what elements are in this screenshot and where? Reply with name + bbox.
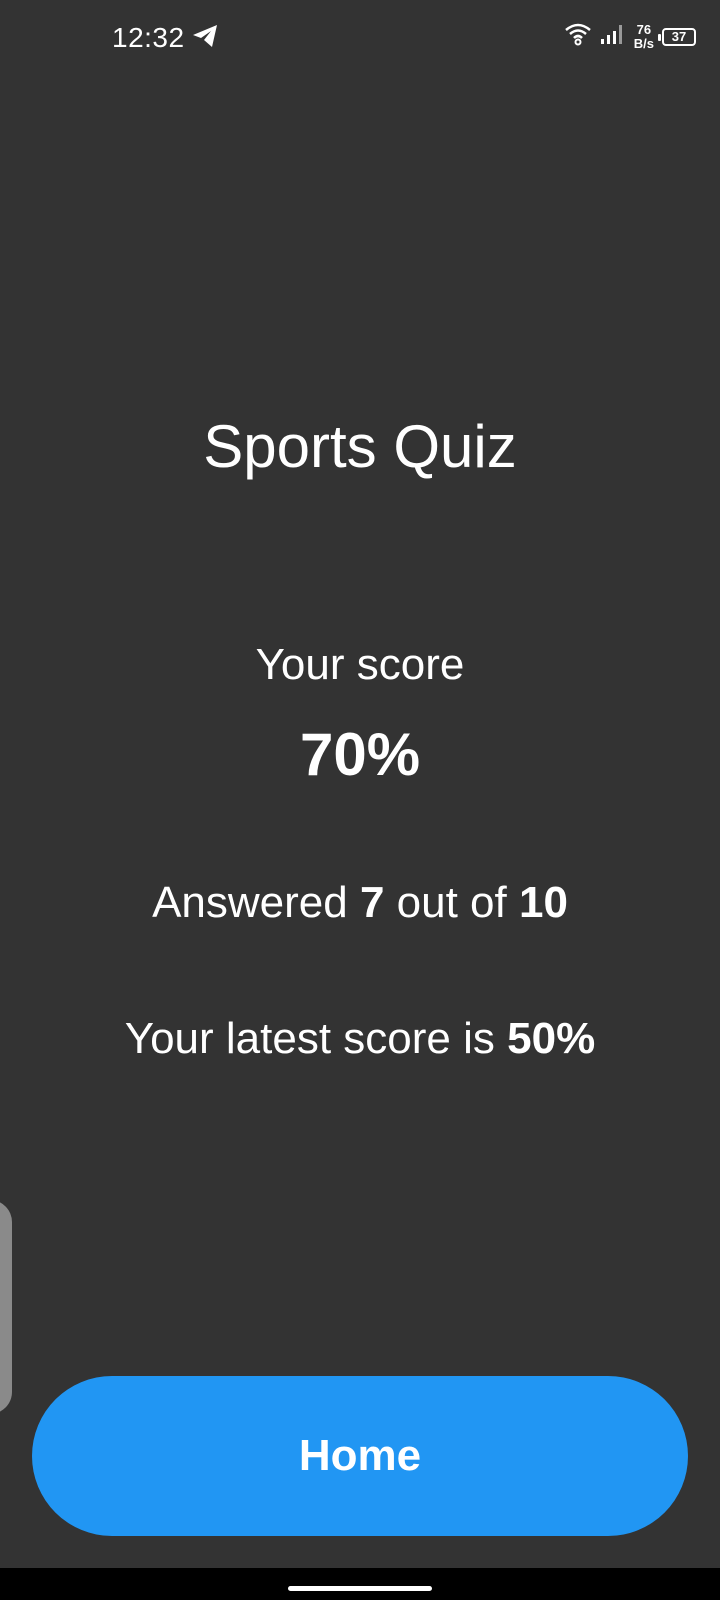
status-right: 76 B/s 37 — [564, 22, 696, 51]
answered-total: 10 — [518, 878, 568, 927]
signal-icon — [600, 23, 626, 50]
score-value: 70% — [299, 721, 421, 788]
answered-count: 7 — [359, 878, 385, 927]
battery-nub — [658, 33, 661, 41]
side-panel-handle[interactable] — [0, 1200, 12, 1414]
status-left: 12:32 — [112, 22, 219, 54]
battery-icon: 37 — [658, 27, 696, 46]
status-bar: 12:32 76 B/s 37 — [0, 0, 720, 80]
latest-score-value: 50% — [507, 1014, 596, 1063]
latest-score: Your latest score is 50% — [0, 1014, 720, 1064]
answered-middle: out of — [384, 878, 519, 927]
home-gesture-pill[interactable] — [288, 1586, 432, 1591]
quiz-title: Sports Quiz — [203, 413, 517, 480]
latest-score-prefix: Your latest score is — [124, 1014, 508, 1063]
battery-level: 37 — [671, 29, 687, 44]
answered-summary: Answered 7 out of 10 — [0, 878, 720, 928]
network-speed-value: 76 — [636, 21, 652, 37]
network-speed: 76 B/s — [633, 21, 654, 51]
answered-prefix: Answered — [152, 878, 360, 927]
telegram-icon — [191, 23, 219, 54]
wifi-icon — [564, 22, 592, 51]
score-label: Your score — [255, 640, 465, 689]
network-speed-unit: B/s — [633, 35, 654, 51]
navigation-bar — [0, 1568, 720, 1600]
home-button[interactable]: Home — [32, 1376, 688, 1536]
status-time: 12:32 — [112, 22, 185, 53]
